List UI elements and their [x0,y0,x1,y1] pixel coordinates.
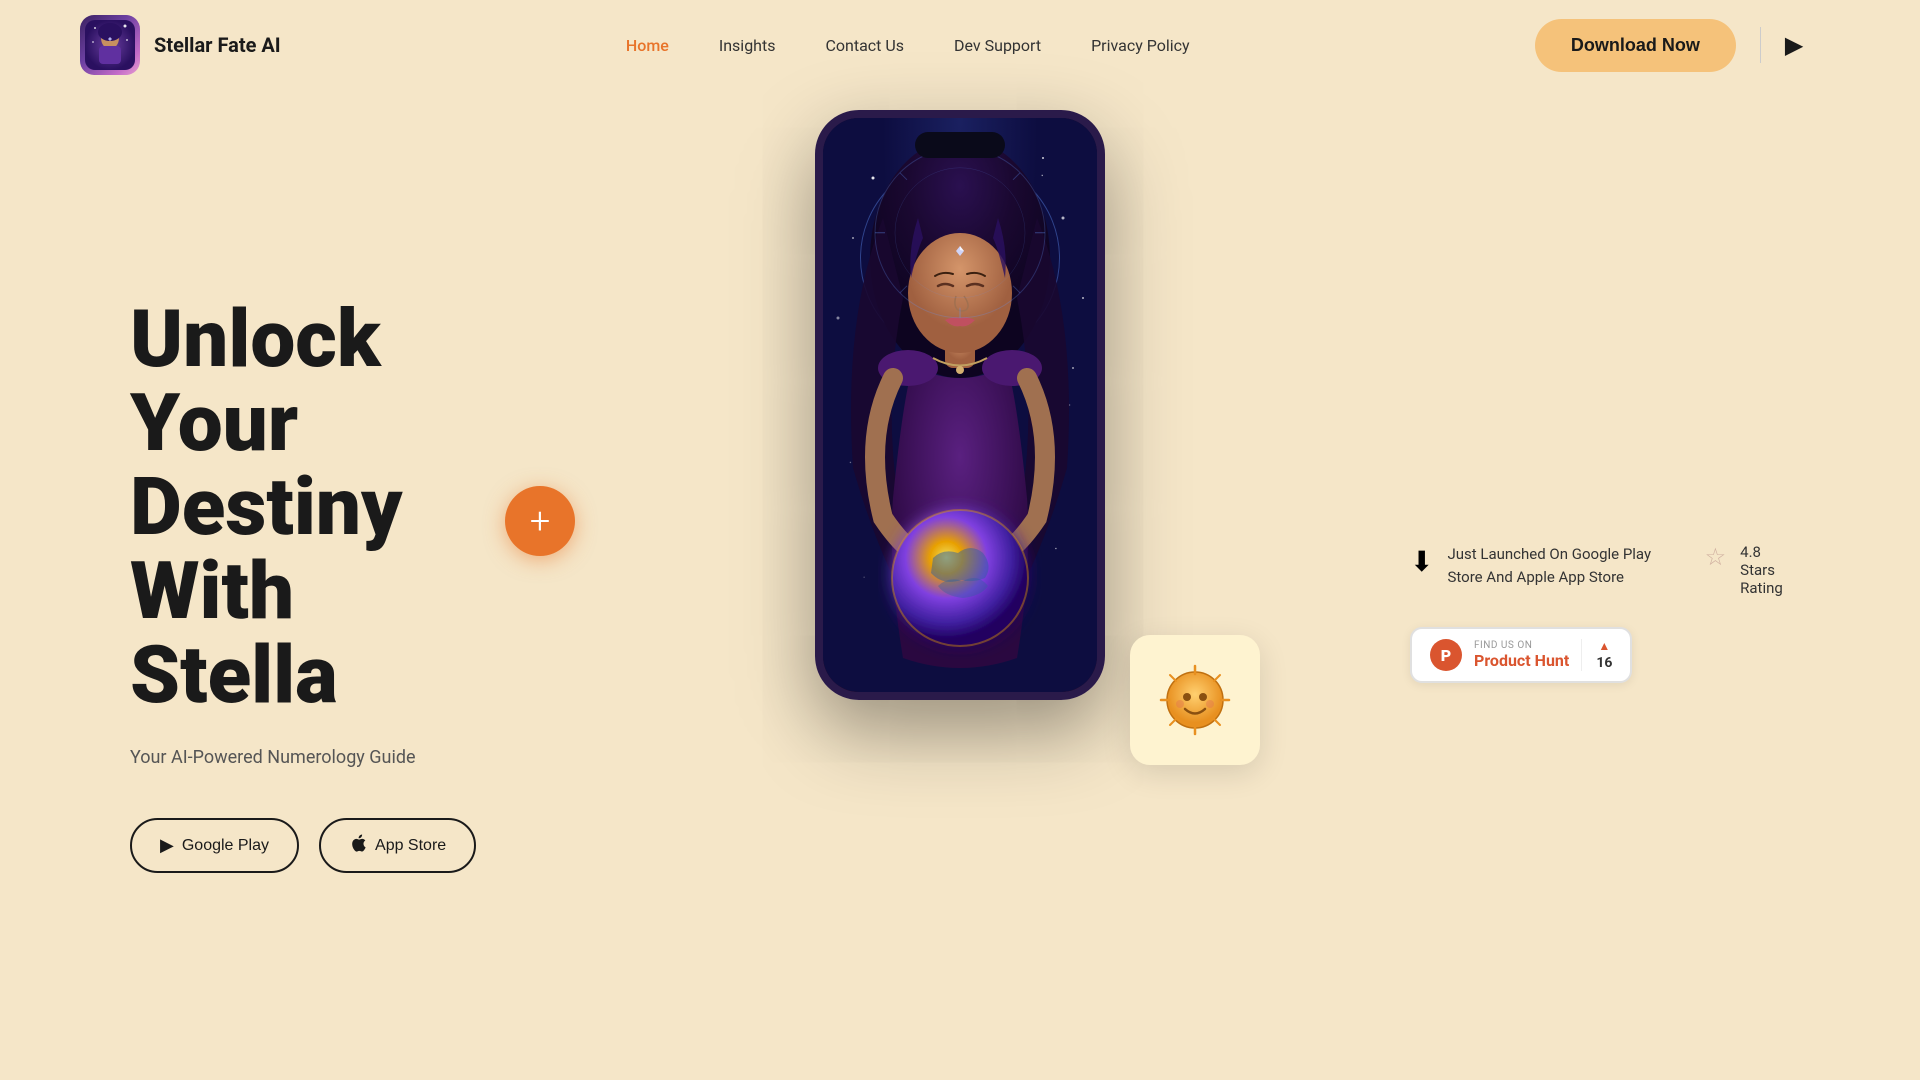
nav-link-insights[interactable]: Insights [719,36,776,55]
launch-info: ⬇ Just Launched On Google Play Store And… [1410,543,1790,597]
ph-vote-count: 16 [1596,655,1612,671]
ph-find-us-text: FIND US ON [1474,640,1569,651]
phone-container [815,110,1105,700]
ph-arrow-icon: ▲ [1598,639,1610,653]
launch-item-stores: ⬇ Just Launched On Google Play Store And… [1410,543,1665,588]
navbar-links: Home Insights Contact Us Dev Support Pri… [626,36,1190,55]
navbar-brand: Stellar Fate AI [80,15,281,75]
launch-text: Just Launched On Google Play Store And A… [1447,543,1664,588]
phone-frame [815,110,1105,700]
hero-section: Unlock Your Destiny With Stella Your AI-… [0,90,1920,1080]
hero-left-content: Unlock Your Destiny With Stella Your AI-… [130,297,560,873]
hero-subtitle: Your AI-Powered Numerology Guide [130,747,560,768]
brand-name: Stellar Fate AI [154,33,281,57]
product-hunt-logo: P [1430,639,1462,671]
nav-link-contact[interactable]: Contact Us [825,36,904,55]
sun-card [1130,635,1260,765]
product-hunt-count: ▲ 16 [1581,639,1612,671]
rating-text: 4.8 Stars Rating [1740,543,1790,597]
logo-image [80,15,140,75]
product-hunt-badge[interactable]: P FIND US ON Product Hunt ▲ 16 [1410,627,1632,683]
hero-right-content: ⬇ Just Launched On Google Play Store And… [1410,543,1790,683]
google-play-button[interactable]: ▶ Google Play [130,818,299,873]
sun-symbol-svg [1155,660,1235,740]
download-icon: ⬇ [1410,545,1433,578]
google-play-btn-icon: ▶ [160,835,174,856]
plus-button[interactable]: + [505,486,575,556]
apple-icon[interactable]:  [1821,32,1840,59]
phone-notch [915,132,1005,158]
navbar-actions: Download Now ▶  [1535,19,1840,72]
product-hunt-text: FIND US ON Product Hunt [1474,640,1569,670]
nav-divider [1760,27,1761,63]
ph-product-hunt-name: Product Hunt [1474,651,1569,670]
navbar: Stellar Fate AI Home Insights Contact Us… [0,0,1920,90]
stars-icon: ☆ [1705,543,1727,571]
google-play-icon[interactable]: ▶ [1785,31,1803,59]
nav-link-home[interactable]: Home [626,36,669,55]
hero-title: Unlock Your Destiny With Stella [130,297,560,717]
app-store-button[interactable]: App Store [319,818,476,873]
phone-screen [823,118,1097,692]
download-button[interactable]: Download Now [1535,19,1736,72]
nav-link-privacy[interactable]: Privacy Policy [1091,36,1190,55]
platform-icons: ▶  [1785,31,1840,59]
hero-buttons: ▶ Google Play App Store [130,818,560,873]
nav-link-dev-support[interactable]: Dev Support [954,36,1041,55]
launch-item-rating: ☆ 4.8 Stars Rating [1705,543,1790,597]
apple-btn-icon [349,834,367,857]
